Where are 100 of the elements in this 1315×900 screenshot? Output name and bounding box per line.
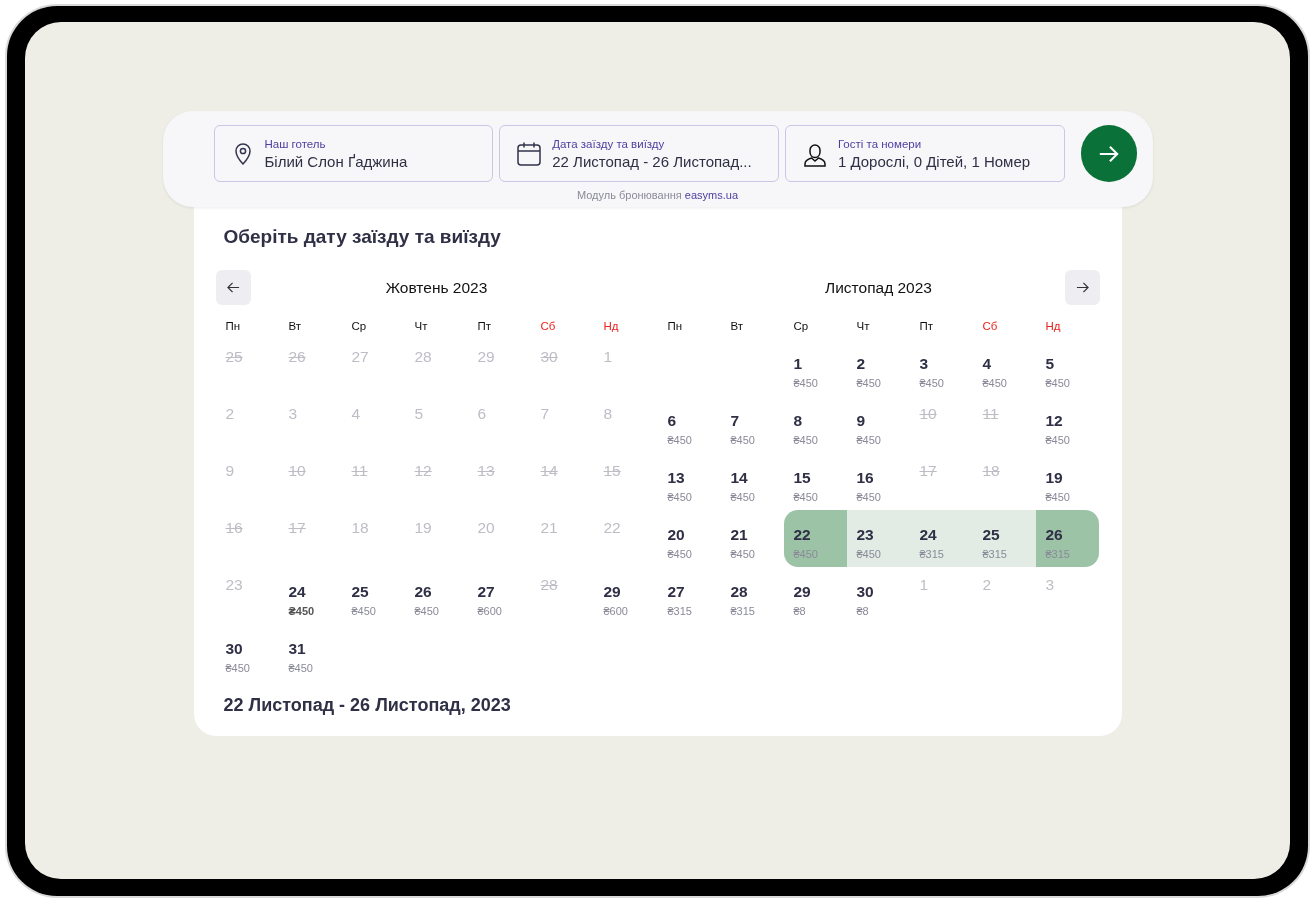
calendar-day: 28 xyxy=(414,348,468,366)
weekday-label: Ср xyxy=(792,320,809,332)
calendar-day[interactable]: 20 ₴450 xyxy=(657,510,721,567)
calendar-day[interactable]: 1 ₴450 xyxy=(783,339,847,396)
calendar-day[interactable]: 25 ₴450 xyxy=(341,567,405,624)
calendar-day[interactable]: 14 ₴450 xyxy=(720,453,784,510)
calendar-day: 29 xyxy=(477,348,531,366)
calendar-day: 6 xyxy=(477,405,531,423)
field-value: Білий Слон Ґаджина xyxy=(264,152,408,170)
calendar-day[interactable]: 24 ₴315 xyxy=(909,510,973,567)
calendar-day[interactable]: 23 ₴450 xyxy=(846,510,910,567)
calendar-day: 10 xyxy=(288,462,342,480)
calendar-day[interactable]: 27 ₴600 xyxy=(467,567,531,624)
search-field[interactable]: Дата заїзду та виїзду 22 Листопад - 26 Листопад... xyxy=(499,125,779,182)
month-title: Жовтень 2023 xyxy=(384,278,489,297)
calendar-day: 23 xyxy=(225,576,279,594)
next-month-button[interactable] xyxy=(1064,270,1100,305)
search-field[interactable]: Наш готель Білий Слон Ґаджина xyxy=(213,125,494,182)
calendar-day: 22 xyxy=(603,519,657,537)
search-field[interactable]: Гості та номери 1 Дорослі, 0 Дітей, 1 Номер xyxy=(784,125,1065,182)
calendar-day[interactable]: 22 ₴450 xyxy=(783,510,847,567)
calendar-day: 7 xyxy=(540,405,594,423)
field-label: Дата заїзду та виїзду xyxy=(552,137,666,150)
calendar-day: 18 xyxy=(351,519,405,537)
calendar-day: 18 xyxy=(982,462,1036,480)
calendar-day: 11 xyxy=(351,462,405,480)
weekday-label: Нд xyxy=(1044,320,1061,332)
calendar-day[interactable]: 27 ₴315 xyxy=(657,567,721,624)
calendar-day[interactable]: 21 ₴450 xyxy=(720,510,784,567)
arrow-left-icon xyxy=(226,281,240,294)
weekday-label: Нд xyxy=(602,320,619,332)
calendar-day: 3 xyxy=(288,405,342,423)
calendar-day[interactable]: 30 ₴8 xyxy=(846,567,910,624)
calendar-day: 8 xyxy=(603,405,657,423)
calendar-day[interactable]: 28 ₴315 xyxy=(720,567,784,624)
calendar-day[interactable]: 16 ₴450 xyxy=(846,453,910,510)
calendar-day: 4 xyxy=(351,405,405,423)
calendar-day[interactable]: 29 ₴600 xyxy=(593,567,657,624)
calendar-day[interactable]: 13 ₴450 xyxy=(657,453,721,510)
calendar-day[interactable]: 12 ₴450 xyxy=(1035,396,1099,453)
field-label: Гості та номери xyxy=(837,137,923,150)
field-value: 1 Дорослі, 0 Дітей, 1 Номер xyxy=(837,152,1031,170)
weekday-label: Чт xyxy=(413,320,428,332)
calendar-day: 30 xyxy=(540,348,594,366)
calendar-day: 5 xyxy=(414,405,468,423)
calendar-day[interactable]: 7 ₴450 xyxy=(720,396,784,453)
weekday-label: Пн xyxy=(666,320,683,332)
calendar-day[interactable]: 15 ₴450 xyxy=(783,453,847,510)
calendar-day: 9 xyxy=(225,462,279,480)
calendar-day: 16 xyxy=(225,519,279,537)
calendar-day[interactable]: 5 ₴450 xyxy=(1035,339,1099,396)
calendar-day: 28 xyxy=(540,576,594,594)
powered-by-text: Модуль бронювання easyms.ua xyxy=(575,189,740,201)
calendar-day: 17 xyxy=(919,462,973,480)
weekday-label: Сб xyxy=(981,320,998,332)
calendar-day[interactable]: 6 ₴450 xyxy=(657,396,721,453)
calendar-day: 20 xyxy=(477,519,531,537)
calendar-day[interactable]: 4 ₴450 xyxy=(972,339,1036,396)
calendar-day: 21 xyxy=(540,519,594,537)
weekday-label: Пт xyxy=(918,320,934,332)
calendar-day[interactable]: 26 ₴315 xyxy=(1035,510,1099,567)
selected-range-text: 22 Листопад - 26 Листопад, 2023 xyxy=(223,695,512,716)
calendar-day[interactable]: 30 ₴450 xyxy=(215,624,279,681)
weekday-label: Пн xyxy=(224,320,241,332)
calendar-day: 3 xyxy=(1045,576,1099,594)
calendar-day: 27 xyxy=(351,348,405,366)
calendar-day: 13 xyxy=(477,462,531,480)
weekday-label: Чт xyxy=(855,320,870,332)
field-value: 22 Листопад - 26 Листопад... xyxy=(552,152,752,170)
calendar-day: 2 xyxy=(225,405,279,423)
calendar-day[interactable]: 31 ₴450 xyxy=(278,624,342,681)
calendar-day[interactable]: 29 ₴8 xyxy=(783,567,847,624)
calendar-day[interactable]: 2 ₴450 xyxy=(846,339,910,396)
calendar-day: 1 xyxy=(919,576,973,594)
calendar-icon xyxy=(516,140,543,167)
calendar-day[interactable]: 8 ₴450 xyxy=(783,396,847,453)
calendar-day[interactable]: 3 ₴450 xyxy=(909,339,973,396)
calendar-day: 10 xyxy=(919,405,973,423)
calendar-day: 19 xyxy=(414,519,468,537)
calendar-day: 11 xyxy=(982,405,1036,423)
weekday-label: Ср xyxy=(350,320,367,332)
weekday-label: Сб xyxy=(539,320,556,332)
calendar-day[interactable]: 19 ₴450 xyxy=(1035,453,1099,510)
calendar-day: 26 xyxy=(288,348,342,366)
previous-month-button[interactable] xyxy=(215,270,251,305)
calendar-title: Оберіть дату заїзду та виїзду xyxy=(223,226,502,248)
calendar-day: 15 xyxy=(603,462,657,480)
calendar-day[interactable]: 9 ₴450 xyxy=(846,396,910,453)
powered-by-link[interactable]: easyms.ua xyxy=(684,189,739,201)
calendar-day[interactable]: 24 ₴450 xyxy=(278,567,342,624)
month-title: Листопад 2023 xyxy=(824,278,933,297)
weekday-label: Пт xyxy=(476,320,492,332)
calendar-day[interactable]: 25 ₴315 xyxy=(972,510,1036,567)
calendar-day: 17 xyxy=(288,519,342,537)
calendar-day: 1 xyxy=(603,348,657,366)
calendar-day[interactable]: 26 ₴450 xyxy=(404,567,468,624)
weekday-label: Вт xyxy=(287,320,302,332)
calendar-day: 14 xyxy=(540,462,594,480)
calendar-day: 12 xyxy=(414,462,468,480)
calendar-day: 2 xyxy=(982,576,1036,594)
